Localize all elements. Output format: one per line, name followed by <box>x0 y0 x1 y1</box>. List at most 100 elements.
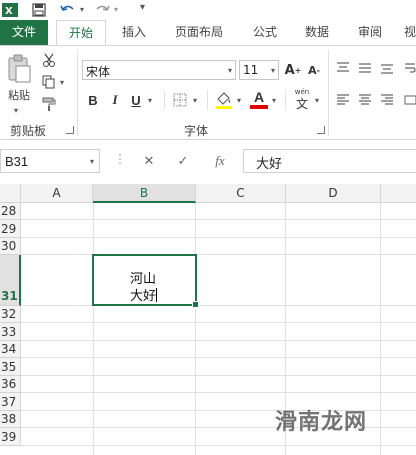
undo-dropdown-icon[interactable]: ▾ <box>80 5 84 14</box>
undo-icon[interactable] <box>60 3 76 17</box>
font-size-box[interactable]: 11 ▾ <box>239 60 279 80</box>
underline-button[interactable]: U <box>128 90 144 110</box>
font-color-icon[interactable]: A <box>249 87 269 111</box>
redo-dropdown-icon[interactable]: ▾ <box>114 5 118 14</box>
copy-icon[interactable] <box>40 74 58 90</box>
underline-dropdown-icon[interactable]: ▾ <box>148 96 152 105</box>
cell-text-line-2-value: 大好 <box>130 289 157 304</box>
column-header-a[interactable]: A <box>21 184 93 203</box>
borders-icon[interactable] <box>171 91 189 109</box>
save-icon[interactable] <box>32 3 46 17</box>
fill-handle[interactable] <box>192 301 199 308</box>
align-right-icon[interactable] <box>379 92 395 108</box>
clipboard-launcher-icon[interactable] <box>66 126 74 134</box>
bold-button[interactable]: B <box>84 90 102 110</box>
borders-dropdown-icon[interactable]: ▾ <box>193 96 197 105</box>
copy-dropdown-icon[interactable]: ▾ <box>60 78 64 87</box>
insert-function-button[interactable]: fx <box>209 152 231 170</box>
font-launcher-icon[interactable] <box>317 126 325 134</box>
gridline <box>21 322 416 323</box>
tab-file[interactable]: 文件 <box>0 20 48 45</box>
select-all-corner[interactable] <box>0 184 21 203</box>
font-color-dropdown-icon[interactable]: ▾ <box>272 96 276 105</box>
row-header-28[interactable]: 28 <box>0 203 21 220</box>
merge-cells-icon[interactable] <box>403 92 416 108</box>
ribbon-separator <box>77 50 78 136</box>
name-box-value: B31 <box>5 154 29 169</box>
fill-color-icon[interactable] <box>214 89 234 111</box>
row-header-35[interactable]: 35 <box>0 358 21 376</box>
fill-color-dropdown-icon[interactable]: ▾ <box>237 96 241 105</box>
ribbon-separator <box>207 90 208 110</box>
active-cell-b31[interactable]: 河山 大好 <box>92 254 199 308</box>
customize-quick-access-icon[interactable]: ▾ <box>140 2 145 13</box>
row-header-38[interactable]: 38 <box>0 411 21 428</box>
italic-button[interactable]: I <box>106 90 124 110</box>
name-box-dropdown-icon[interactable]: ▾ <box>90 157 94 166</box>
tab-formulas[interactable]: 公式 <box>245 20 285 44</box>
row-header-30[interactable]: 30 <box>0 238 21 255</box>
tab-data[interactable]: 数据 <box>297 20 337 44</box>
row-header-36[interactable]: 36 <box>0 376 21 393</box>
increase-font-size-icon[interactable]: A + <box>284 62 302 78</box>
tab-home[interactable]: 开始 <box>56 20 106 45</box>
phonetic-dropdown-icon[interactable]: ▾ <box>315 96 319 105</box>
tab-page-layout[interactable]: 页面布局 <box>168 20 230 44</box>
watermark: 滑南龙网 <box>275 410 368 435</box>
font-color-bar <box>250 105 268 109</box>
row-header-29[interactable]: 29 <box>0 220 21 238</box>
gridline <box>21 357 416 358</box>
excel-logo-icon: X <box>2 2 18 18</box>
name-box[interactable]: B31 ▾ <box>0 149 100 173</box>
gridline <box>21 375 416 376</box>
gridline <box>21 254 416 255</box>
align-middle-icon[interactable] <box>357 60 373 76</box>
column-header-b[interactable]: B <box>93 184 196 203</box>
tab-view[interactable]: 视 <box>400 20 416 44</box>
wrap-text-icon[interactable] <box>403 60 416 76</box>
font-size-value: 11 <box>243 63 259 77</box>
ribbon-separator <box>328 50 329 136</box>
gridline <box>21 237 416 238</box>
font-size-dropdown-icon[interactable]: ▾ <box>271 66 275 75</box>
cancel-button[interactable]: ✕ <box>140 152 158 170</box>
phonetic-guide-icon[interactable]: wén 文 <box>291 86 313 112</box>
align-left-icon[interactable] <box>335 92 351 108</box>
gridline <box>21 219 416 220</box>
gridline <box>93 203 94 455</box>
cell-text-line-1: 河山 <box>130 272 157 287</box>
row-header-31[interactable]: 31 <box>0 255 21 306</box>
row-header-32[interactable]: 32 <box>0 306 21 323</box>
enter-button[interactable]: ✓ <box>174 152 192 170</box>
tab-review[interactable]: 审阅 <box>350 20 390 44</box>
decrease-font-size-icon[interactable]: A- <box>305 62 323 78</box>
row-header-37[interactable]: 37 <box>0 393 21 411</box>
ribbon-separator <box>164 90 165 110</box>
row-header-33[interactable]: 33 <box>0 323 21 341</box>
column-header-d[interactable]: D <box>286 184 381 203</box>
quick-access-toolbar: X ▾ ▾ ▾ <box>0 0 416 20</box>
format-painter-icon[interactable] <box>40 96 58 112</box>
formula-bar-grip-icon: ⋮ <box>114 152 126 166</box>
tab-insert[interactable]: 插入 <box>114 20 154 44</box>
formula-input-value: 大好 <box>256 157 283 172</box>
redo-icon[interactable] <box>94 3 110 17</box>
worksheet-grid[interactable]: A B C D 28 29 30 31 32 33 34 35 36 37 38… <box>0 184 416 455</box>
paste-button[interactable]: 粘贴 <box>4 52 34 104</box>
paste-dropdown-icon[interactable]: ▾ <box>14 106 18 115</box>
font-name-box[interactable]: 宋体 ▾ <box>82 60 236 80</box>
gridline <box>380 203 381 455</box>
font-name-dropdown-icon[interactable]: ▾ <box>228 66 232 75</box>
column-header-c[interactable]: C <box>196 184 286 203</box>
align-center-icon[interactable] <box>357 92 373 108</box>
row-header-39[interactable]: 39 <box>0 428 21 446</box>
row-header-34[interactable]: 34 <box>0 341 21 358</box>
formula-input[interactable]: 大好 <box>243 149 416 173</box>
align-top-icon[interactable] <box>335 60 351 76</box>
cut-icon[interactable] <box>40 52 58 68</box>
column-header-e[interactable] <box>381 184 416 203</box>
ribbon: 粘贴 ▾ ▾ 剪贴板 宋体 ▾ 11 ▾ A + A- B I U ▾ ▾ ▾ A… <box>0 45 416 140</box>
font-group-label: 字体 <box>184 124 209 138</box>
gridline <box>21 340 416 341</box>
align-bottom-icon[interactable] <box>379 60 395 76</box>
